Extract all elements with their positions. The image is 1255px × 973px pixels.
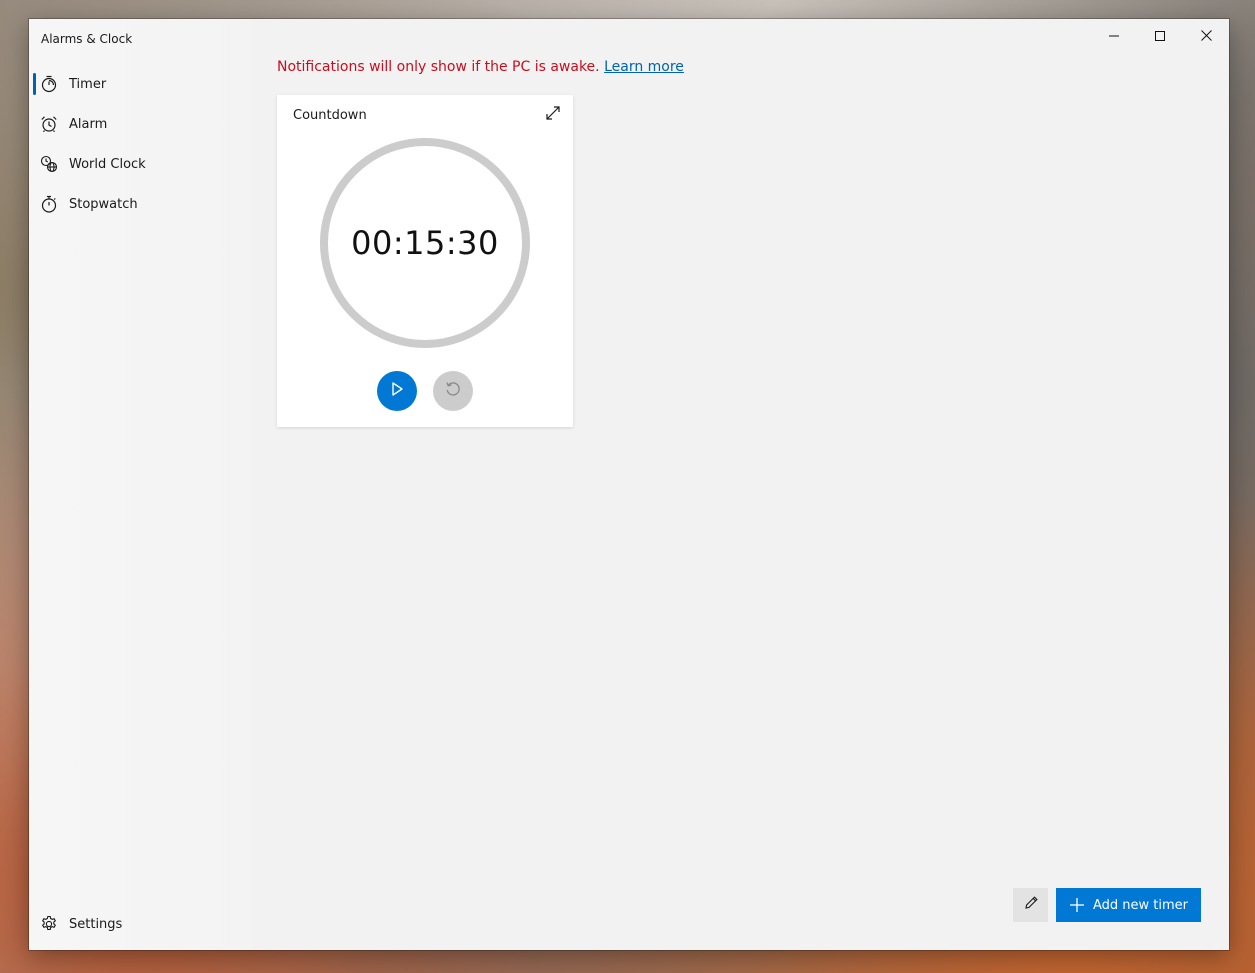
reset-button[interactable] (433, 371, 473, 411)
pencil-icon (1023, 895, 1039, 915)
minimize-button[interactable] (1091, 19, 1137, 51)
sidebar-item-stopwatch[interactable]: Stopwatch (29, 184, 252, 224)
sidebar-item-label: World Clock (69, 156, 146, 172)
sidebar-item-label: Timer (69, 76, 107, 92)
notification-warning: Notifications will only show if the PC i… (277, 59, 684, 75)
timer-name: Countdown (293, 108, 367, 123)
sidebar-item-alarm[interactable]: Alarm (29, 104, 252, 144)
alarms-clock-window: Alarms & Clock Timer Alarm World Clock S… (29, 19, 1229, 950)
stopwatch-icon (39, 194, 59, 214)
maximize-button[interactable] (1137, 19, 1183, 51)
reset-icon (444, 380, 462, 402)
sidebar-item-label: Alarm (69, 116, 108, 132)
app-title: Alarms & Clock (41, 32, 133, 46)
sidebar-item-label: Stopwatch (69, 196, 138, 212)
close-icon (1200, 26, 1212, 45)
expand-button[interactable] (541, 103, 565, 127)
expand-icon (545, 105, 561, 125)
plus-icon (1069, 897, 1085, 913)
add-new-timer-label: Add new timer (1092, 897, 1189, 913)
timer-card[interactable]: Countdown 00:15:30 (277, 95, 573, 427)
close-button[interactable] (1183, 19, 1229, 51)
sidebar-item-label: Settings (69, 916, 123, 932)
learn-more-link[interactable]: Learn more (604, 59, 684, 75)
maximize-icon (1155, 26, 1165, 45)
timer-icon (39, 74, 59, 94)
notification-warning-text: Notifications will only show if the PC i… (277, 59, 600, 75)
play-button[interactable] (377, 371, 417, 411)
world-clock-icon (39, 154, 59, 174)
edit-timers-button[interactable] (1013, 888, 1048, 922)
play-icon (389, 381, 405, 401)
gear-icon (39, 914, 59, 934)
caption-buttons (1091, 19, 1229, 51)
progress-ring (320, 138, 530, 348)
sidebar-settings: Settings (29, 904, 252, 944)
add-new-timer-button[interactable]: Add new timer (1056, 888, 1201, 922)
minimize-icon (1109, 26, 1119, 45)
alarm-clock-icon (39, 114, 59, 134)
sidebar-item-settings[interactable]: Settings (29, 904, 252, 944)
selection-indicator (33, 73, 36, 95)
sidebar-item-timer[interactable]: Timer (29, 64, 252, 104)
sidebar: Alarms & Clock Timer Alarm World Clock S… (29, 19, 252, 950)
sidebar-nav: Timer Alarm World Clock Stopwatch (29, 64, 252, 224)
sidebar-item-world-clock[interactable]: World Clock (29, 144, 252, 184)
